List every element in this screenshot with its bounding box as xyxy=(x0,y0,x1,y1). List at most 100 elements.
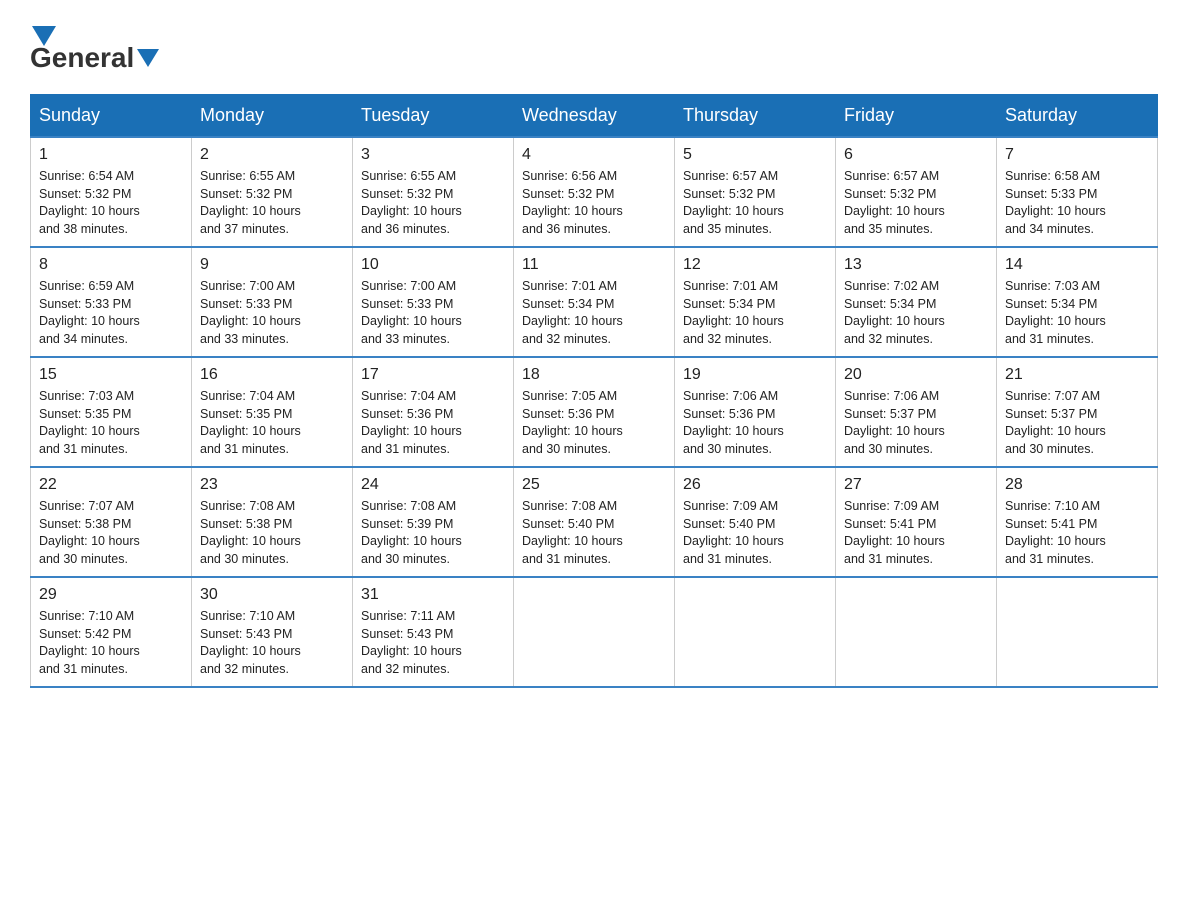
day-number: 22 xyxy=(39,474,183,496)
calendar-table: SundayMondayTuesdayWednesdayThursdayFrid… xyxy=(30,94,1158,688)
day-info: Sunrise: 7:10 AMSunset: 5:42 PMDaylight:… xyxy=(39,608,183,678)
day-number: 14 xyxy=(1005,254,1149,276)
day-info: Sunrise: 7:03 AMSunset: 5:34 PMDaylight:… xyxy=(1005,278,1149,348)
day-number: 17 xyxy=(361,364,505,386)
day-number: 28 xyxy=(1005,474,1149,496)
day-info: Sunrise: 7:01 AMSunset: 5:34 PMDaylight:… xyxy=(522,278,666,348)
calendar-week-1: 1Sunrise: 6:54 AMSunset: 5:32 PMDaylight… xyxy=(31,137,1158,247)
calendar-cell: 19Sunrise: 7:06 AMSunset: 5:36 PMDayligh… xyxy=(675,357,836,467)
day-number: 30 xyxy=(200,584,344,606)
calendar-cell: 29Sunrise: 7:10 AMSunset: 5:42 PMDayligh… xyxy=(31,577,192,687)
header-row: SundayMondayTuesdayWednesdayThursdayFrid… xyxy=(31,95,1158,138)
page-header: General xyxy=(30,20,1158,74)
day-number: 3 xyxy=(361,144,505,166)
calendar-cell: 21Sunrise: 7:07 AMSunset: 5:37 PMDayligh… xyxy=(997,357,1158,467)
calendar-cell: 5Sunrise: 6:57 AMSunset: 5:32 PMDaylight… xyxy=(675,137,836,247)
day-number: 11 xyxy=(522,254,666,276)
calendar-cell: 28Sunrise: 7:10 AMSunset: 5:41 PMDayligh… xyxy=(997,467,1158,577)
day-info: Sunrise: 7:08 AMSunset: 5:40 PMDaylight:… xyxy=(522,498,666,568)
calendar-cell: 2Sunrise: 6:55 AMSunset: 5:32 PMDaylight… xyxy=(192,137,353,247)
calendar-cell xyxy=(997,577,1158,687)
day-info: Sunrise: 7:04 AMSunset: 5:35 PMDaylight:… xyxy=(200,388,344,458)
day-info: Sunrise: 7:08 AMSunset: 5:38 PMDaylight:… xyxy=(200,498,344,568)
day-number: 2 xyxy=(200,144,344,166)
calendar-week-2: 8Sunrise: 6:59 AMSunset: 5:33 PMDaylight… xyxy=(31,247,1158,357)
day-info: Sunrise: 7:02 AMSunset: 5:34 PMDaylight:… xyxy=(844,278,988,348)
day-number: 5 xyxy=(683,144,827,166)
day-info: Sunrise: 7:07 AMSunset: 5:38 PMDaylight:… xyxy=(39,498,183,568)
day-header-friday: Friday xyxy=(836,95,997,138)
day-number: 27 xyxy=(844,474,988,496)
day-info: Sunrise: 6:55 AMSunset: 5:32 PMDaylight:… xyxy=(361,168,505,238)
day-number: 31 xyxy=(361,584,505,606)
logo: General xyxy=(30,20,162,74)
calendar-cell: 16Sunrise: 7:04 AMSunset: 5:35 PMDayligh… xyxy=(192,357,353,467)
day-number: 12 xyxy=(683,254,827,276)
day-number: 6 xyxy=(844,144,988,166)
day-info: Sunrise: 6:57 AMSunset: 5:32 PMDaylight:… xyxy=(683,168,827,238)
calendar-cell: 15Sunrise: 7:03 AMSunset: 5:35 PMDayligh… xyxy=(31,357,192,467)
day-info: Sunrise: 7:06 AMSunset: 5:37 PMDaylight:… xyxy=(844,388,988,458)
day-number: 9 xyxy=(200,254,344,276)
day-info: Sunrise: 7:07 AMSunset: 5:37 PMDaylight:… xyxy=(1005,388,1149,458)
calendar-cell: 6Sunrise: 6:57 AMSunset: 5:32 PMDaylight… xyxy=(836,137,997,247)
day-number: 4 xyxy=(522,144,666,166)
day-number: 29 xyxy=(39,584,183,606)
day-number: 13 xyxy=(844,254,988,276)
calendar-cell: 8Sunrise: 6:59 AMSunset: 5:33 PMDaylight… xyxy=(31,247,192,357)
calendar-cell: 13Sunrise: 7:02 AMSunset: 5:34 PMDayligh… xyxy=(836,247,997,357)
day-info: Sunrise: 6:58 AMSunset: 5:33 PMDaylight:… xyxy=(1005,168,1149,238)
day-info: Sunrise: 6:56 AMSunset: 5:32 PMDaylight:… xyxy=(522,168,666,238)
calendar-cell: 1Sunrise: 6:54 AMSunset: 5:32 PMDaylight… xyxy=(31,137,192,247)
day-info: Sunrise: 7:03 AMSunset: 5:35 PMDaylight:… xyxy=(39,388,183,458)
calendar-cell: 14Sunrise: 7:03 AMSunset: 5:34 PMDayligh… xyxy=(997,247,1158,357)
calendar-cell xyxy=(675,577,836,687)
calendar-cell: 18Sunrise: 7:05 AMSunset: 5:36 PMDayligh… xyxy=(514,357,675,467)
day-number: 18 xyxy=(522,364,666,386)
day-info: Sunrise: 7:09 AMSunset: 5:40 PMDaylight:… xyxy=(683,498,827,568)
day-number: 15 xyxy=(39,364,183,386)
day-info: Sunrise: 7:01 AMSunset: 5:34 PMDaylight:… xyxy=(683,278,827,348)
day-number: 20 xyxy=(844,364,988,386)
day-info: Sunrise: 6:57 AMSunset: 5:32 PMDaylight:… xyxy=(844,168,988,238)
day-info: Sunrise: 7:06 AMSunset: 5:36 PMDaylight:… xyxy=(683,388,827,458)
calendar-cell: 10Sunrise: 7:00 AMSunset: 5:33 PMDayligh… xyxy=(353,247,514,357)
calendar-week-5: 29Sunrise: 7:10 AMSunset: 5:42 PMDayligh… xyxy=(31,577,1158,687)
day-header-monday: Monday xyxy=(192,95,353,138)
day-info: Sunrise: 7:00 AMSunset: 5:33 PMDaylight:… xyxy=(361,278,505,348)
calendar-cell: 27Sunrise: 7:09 AMSunset: 5:41 PMDayligh… xyxy=(836,467,997,577)
calendar-cell: 7Sunrise: 6:58 AMSunset: 5:33 PMDaylight… xyxy=(997,137,1158,247)
day-number: 16 xyxy=(200,364,344,386)
day-info: Sunrise: 7:00 AMSunset: 5:33 PMDaylight:… xyxy=(200,278,344,348)
calendar-cell: 23Sunrise: 7:08 AMSunset: 5:38 PMDayligh… xyxy=(192,467,353,577)
calendar-cell: 25Sunrise: 7:08 AMSunset: 5:40 PMDayligh… xyxy=(514,467,675,577)
calendar-cell: 4Sunrise: 6:56 AMSunset: 5:32 PMDaylight… xyxy=(514,137,675,247)
calendar-cell: 30Sunrise: 7:10 AMSunset: 5:43 PMDayligh… xyxy=(192,577,353,687)
calendar-week-4: 22Sunrise: 7:07 AMSunset: 5:38 PMDayligh… xyxy=(31,467,1158,577)
day-number: 21 xyxy=(1005,364,1149,386)
day-number: 23 xyxy=(200,474,344,496)
day-info: Sunrise: 7:08 AMSunset: 5:39 PMDaylight:… xyxy=(361,498,505,568)
calendar-cell: 22Sunrise: 7:07 AMSunset: 5:38 PMDayligh… xyxy=(31,467,192,577)
calendar-cell: 26Sunrise: 7:09 AMSunset: 5:40 PMDayligh… xyxy=(675,467,836,577)
day-info: Sunrise: 6:55 AMSunset: 5:32 PMDaylight:… xyxy=(200,168,344,238)
day-info: Sunrise: 6:54 AMSunset: 5:32 PMDaylight:… xyxy=(39,168,183,238)
day-info: Sunrise: 7:05 AMSunset: 5:36 PMDaylight:… xyxy=(522,388,666,458)
day-number: 10 xyxy=(361,254,505,276)
day-info: Sunrise: 7:04 AMSunset: 5:36 PMDaylight:… xyxy=(361,388,505,458)
day-number: 26 xyxy=(683,474,827,496)
day-number: 1 xyxy=(39,144,183,166)
day-header-sunday: Sunday xyxy=(31,95,192,138)
day-header-saturday: Saturday xyxy=(997,95,1158,138)
day-info: Sunrise: 7:11 AMSunset: 5:43 PMDaylight:… xyxy=(361,608,505,678)
day-info: Sunrise: 7:09 AMSunset: 5:41 PMDaylight:… xyxy=(844,498,988,568)
calendar-week-3: 15Sunrise: 7:03 AMSunset: 5:35 PMDayligh… xyxy=(31,357,1158,467)
day-header-tuesday: Tuesday xyxy=(353,95,514,138)
logo-general-bottom: General xyxy=(30,42,134,74)
calendar-cell xyxy=(836,577,997,687)
calendar-cell xyxy=(514,577,675,687)
day-number: 24 xyxy=(361,474,505,496)
calendar-cell: 24Sunrise: 7:08 AMSunset: 5:39 PMDayligh… xyxy=(353,467,514,577)
calendar-cell: 3Sunrise: 6:55 AMSunset: 5:32 PMDaylight… xyxy=(353,137,514,247)
day-header-wednesday: Wednesday xyxy=(514,95,675,138)
